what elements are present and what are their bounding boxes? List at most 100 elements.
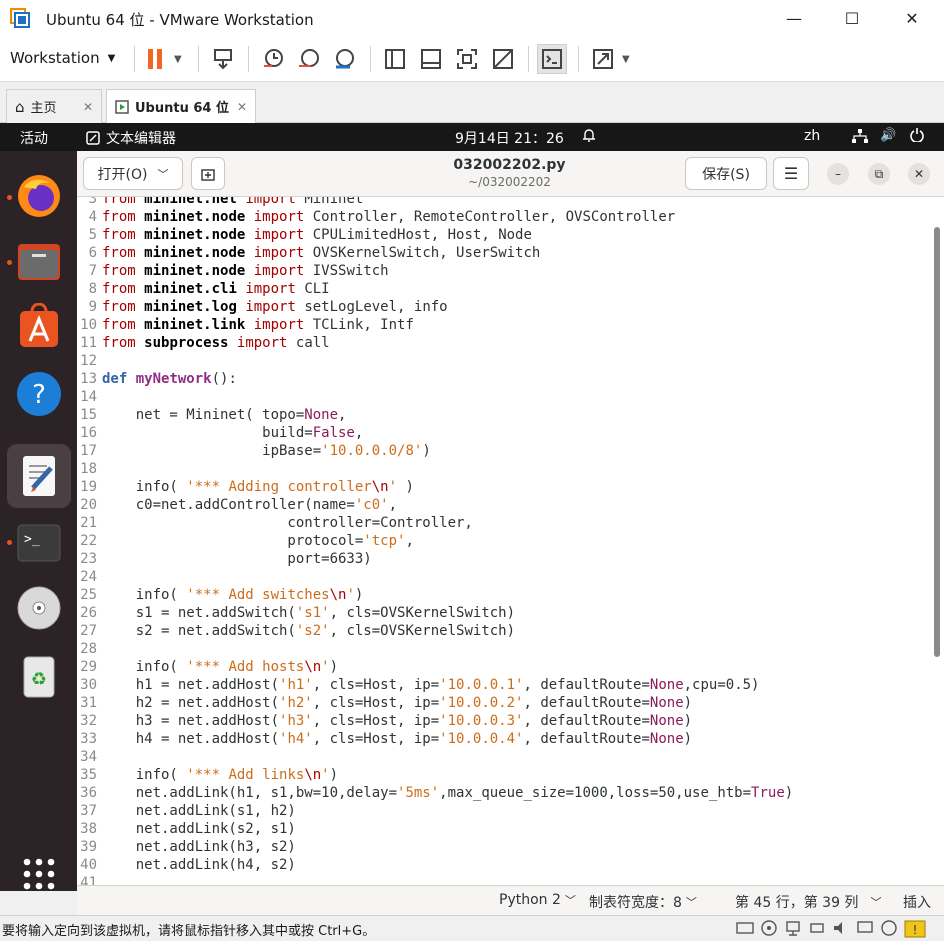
chevron-down-icon: ﹀ (157, 167, 169, 181)
maximize-button[interactable]: ☐ (822, 0, 882, 36)
insert-mode-label[interactable]: 插入 (903, 892, 931, 912)
app-menu[interactable]: 文本编辑器 (86, 128, 176, 148)
open-button[interactable]: 打开(O) ﹀ (83, 157, 183, 190)
workstation-menu[interactable]: Workstation ▼ (10, 49, 115, 67)
fullscreen-icon[interactable] (452, 44, 482, 74)
network-icon[interactable] (852, 129, 868, 147)
line-number: 25 (80, 587, 97, 603)
help-icon[interactable]: ? (7, 362, 71, 426)
vm-running-icon (115, 99, 129, 114)
code-text: net = Mininet( topo=None, (102, 407, 347, 423)
line-number: 3 (88, 197, 97, 207)
files-icon[interactable] (7, 229, 71, 293)
gedit-statusbar: Python 2 ﹀ 制表符宽度：8 ﹀ 第 45 行，第 39 列 ﹀ 插入 (77, 885, 944, 915)
code-text: from mininet.cli import CLI (102, 281, 330, 297)
thumbnail-view-icon[interactable] (416, 44, 446, 74)
vertical-scrollbar[interactable] (934, 227, 940, 657)
status-icon[interactable] (880, 920, 898, 938)
clock[interactable]: 9月14日 21：26 (455, 128, 564, 148)
volume-icon[interactable]: 🔊 (880, 128, 896, 143)
network-adapter-icon[interactable] (784, 920, 802, 938)
line-number: 9 (88, 299, 97, 315)
chevron-down-icon: ﹀ (685, 896, 697, 909)
show-apps-icon[interactable] (7, 842, 71, 906)
hamburger-menu-icon[interactable]: ☰ (773, 157, 809, 190)
line-number: 5 (88, 227, 97, 243)
tab-close-icon[interactable]: ✕ (237, 100, 247, 114)
trash-icon[interactable]: ♻ (7, 644, 71, 708)
language-selector[interactable]: Python 2 ﹀ (499, 892, 576, 908)
firefox-icon[interactable] (7, 164, 71, 228)
revert-snapshot-icon[interactable] (294, 44, 324, 74)
workstation-menu-label: Workstation (10, 49, 100, 67)
document-path: ~/032002202 (468, 175, 551, 189)
stretch-dropdown-icon[interactable]: ▼ (622, 54, 630, 65)
code-text: h2 = net.addHost('h2', cls=Host, ip='10.… (102, 695, 693, 711)
minimize-icon[interactable]: – (827, 163, 849, 185)
line-number: 11 (80, 335, 97, 351)
tab-width-label: 制表符宽度：8 (589, 895, 682, 911)
tab-ubuntu[interactable]: Ubuntu 64 位 ✕ (106, 89, 256, 123)
line-number: 37 (80, 803, 97, 819)
pause-dropdown-icon[interactable]: ▼ (174, 54, 182, 65)
software-center-icon[interactable] (7, 294, 71, 358)
text-editor-dock-icon[interactable] (7, 444, 71, 508)
tab-close-icon[interactable]: ✕ (83, 100, 93, 114)
window-title: Ubuntu 64 位 - VMware Workstation (46, 11, 314, 29)
ubuntu-dock: ? >_ ♻ (0, 151, 77, 891)
code-editor[interactable]: 3 from mininet.net import Mininet 4 from mi… (77, 197, 944, 885)
unity-mode-icon[interactable] (488, 44, 518, 74)
line-number: 18 (80, 461, 97, 477)
vmware-statusbar: 要将输入定向到该虚拟机，请将鼠标指针移入其中或按 Ctrl+G。 ! (0, 915, 944, 941)
tab-home[interactable]: ⌂ 主页 ✕ (6, 89, 102, 123)
library-view-icon[interactable] (380, 44, 410, 74)
line-number: 38 (80, 821, 97, 837)
snapshot-manager-icon[interactable] (330, 44, 360, 74)
send-ctrl-alt-del-icon[interactable] (208, 44, 238, 74)
code-text: c0=net.addController(name='c0', (102, 497, 398, 513)
new-tab-button[interactable] (191, 157, 225, 190)
save-button[interactable]: 保存(S) (685, 157, 767, 190)
display-icon[interactable] (856, 920, 874, 938)
sound-card-icon[interactable] (832, 920, 850, 938)
code-text: from mininet.node import OVSKernelSwitch… (102, 245, 541, 261)
terminal-icon[interactable]: >_ (7, 511, 71, 575)
line-number: 10 (80, 317, 97, 333)
console-view-icon[interactable] (537, 44, 567, 74)
snapshot-icon[interactable] (258, 44, 288, 74)
new-document-icon (201, 168, 215, 181)
svg-text:!: ! (913, 923, 918, 937)
code-text: port=6633) (102, 551, 372, 567)
power-icon[interactable] (910, 128, 924, 146)
restore-icon[interactable]: ⧉ (868, 163, 890, 185)
code-text: protocol='tcp', (102, 533, 414, 549)
code-text: info( '*** Add switches\n') (102, 587, 364, 603)
tab-home-label: 主页 (30, 101, 57, 116)
cd-dvd-icon[interactable] (760, 920, 778, 938)
minimize-button[interactable]: — (764, 0, 824, 36)
optical-disc-icon[interactable] (7, 576, 71, 640)
usb-icon[interactable] (808, 920, 826, 938)
activities-button[interactable]: 活动 (20, 128, 48, 148)
text-editor-icon (86, 131, 100, 145)
cursor-position[interactable]: 第 45 行，第 39 列 ﹀ (735, 892, 881, 912)
code-text: h4 = net.addHost('h4', cls=Host, ip='10.… (102, 731, 693, 747)
tab-width-selector[interactable]: 制表符宽度：8 ﹀ (589, 892, 697, 912)
hard-disk-icon[interactable] (736, 920, 754, 938)
vmware-logo-icon (10, 8, 30, 28)
code-text: h3 = net.addHost('h3', cls=Host, ip='10.… (102, 713, 693, 729)
line-number: 35 (80, 767, 97, 783)
line-number: 21 (80, 515, 97, 531)
pause-icon[interactable] (140, 44, 170, 74)
input-method-indicator[interactable]: zh (804, 128, 820, 144)
app-name: 文本编辑器 (106, 131, 176, 147)
line-number: 16 (80, 425, 97, 441)
close-icon[interactable]: ✕ (908, 163, 930, 185)
line-number: 7 (88, 263, 97, 279)
line-number: 39 (80, 839, 97, 855)
stretch-view-icon[interactable] (588, 44, 618, 74)
close-button[interactable]: ✕ (882, 0, 942, 36)
message-log-icon[interactable]: ! (904, 920, 926, 938)
ubuntu-topbar: 活动 文本编辑器 9月14日 21：26 zh 🔊 (0, 123, 944, 151)
line-number: 32 (80, 713, 97, 729)
